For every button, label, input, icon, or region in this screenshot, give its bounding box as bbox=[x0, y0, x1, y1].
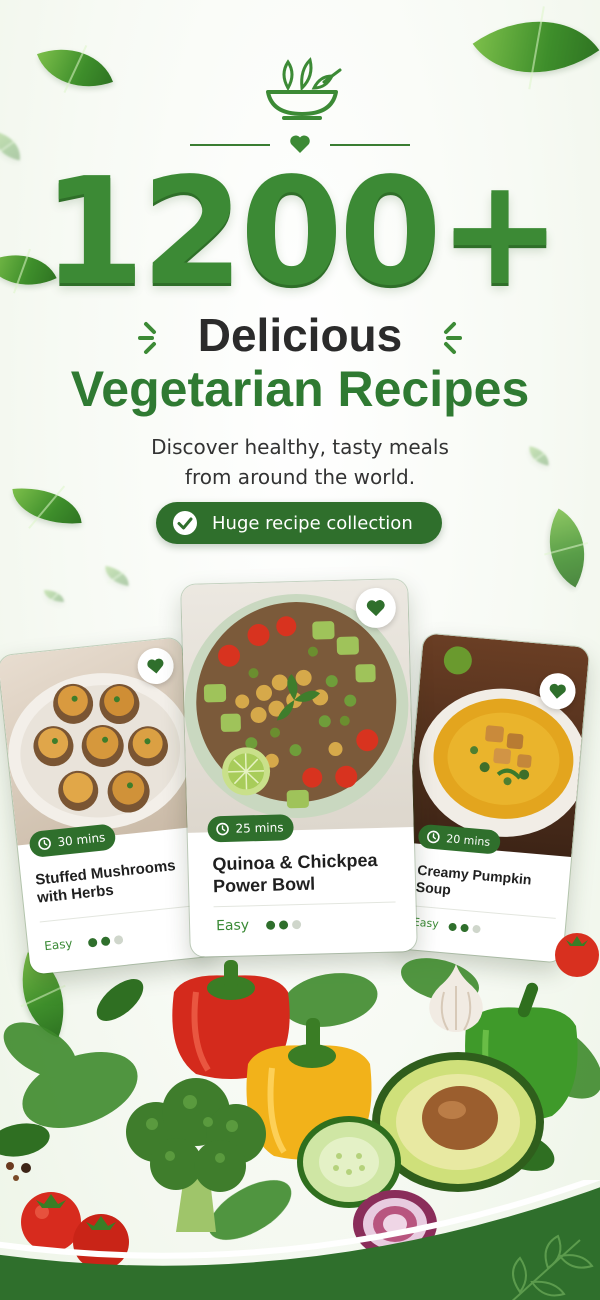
heart-icon bbox=[549, 683, 566, 699]
clock-icon bbox=[427, 830, 440, 844]
tagline-line-1: Discover healthy, tasty meals bbox=[151, 435, 449, 459]
difficulty-dot bbox=[278, 920, 289, 930]
check-icon bbox=[173, 511, 197, 535]
sparkle-icon bbox=[444, 322, 462, 354]
recipe-title: Quinoa & Chickpea Power Bowl bbox=[212, 849, 413, 897]
cook-time: 20 mins bbox=[445, 831, 491, 849]
leaf-icon bbox=[526, 446, 552, 466]
leaf-icon bbox=[36, 32, 114, 104]
cook-time-badge: 25 mins bbox=[207, 814, 294, 843]
recipe-image bbox=[405, 633, 590, 858]
difficulty-label: Easy bbox=[215, 917, 250, 935]
recipe-card-creamy-pumpkin-soup[interactable]: 20 mins Creamy Pumpkin Soup Easy bbox=[396, 633, 590, 963]
recipe-card-stuffed-mushrooms[interactable]: 30 mins Stuffed Mushrooms with Herbs Eas… bbox=[0, 637, 215, 975]
clock-icon bbox=[216, 822, 229, 836]
cook-time: 30 mins bbox=[56, 830, 106, 850]
recipe-title: Creamy Pumpkin Soup bbox=[415, 862, 567, 909]
card-divider bbox=[213, 901, 396, 908]
leaf-icon bbox=[472, 0, 600, 108]
cook-time: 25 mins bbox=[235, 820, 284, 836]
clock-icon bbox=[38, 837, 51, 850]
difficulty-dot bbox=[460, 923, 469, 933]
tagline: Discover healthy, tasty meals from aroun… bbox=[100, 432, 500, 492]
collection-badge: Huge recipe collection bbox=[156, 502, 442, 544]
tagline-line-2: from around the world. bbox=[184, 465, 416, 489]
difficulty-dot bbox=[448, 922, 457, 932]
leaf-icon bbox=[44, 590, 64, 602]
recipe-card-quinoa-chickpea-bowl[interactable]: 25 mins Quinoa & Chickpea Power Bowl Eas… bbox=[181, 579, 417, 957]
heart-icon bbox=[147, 658, 164, 674]
headline-line-1: Delicious bbox=[197, 309, 403, 361]
recipe-title: Stuffed Mushrooms with Herbs bbox=[34, 854, 203, 907]
heart-icon bbox=[366, 600, 385, 617]
difficulty-dot bbox=[291, 920, 302, 930]
cherry-tomato bbox=[555, 933, 599, 977]
collection-badge-label: Huge recipe collection bbox=[212, 512, 413, 534]
difficulty-dots bbox=[265, 920, 302, 930]
garlic bbox=[429, 964, 483, 1032]
leaf-icon bbox=[12, 483, 82, 529]
difficulty-dot bbox=[265, 920, 276, 930]
leaf-icon bbox=[0, 131, 24, 161]
difficulty-dots bbox=[448, 922, 481, 934]
salad-bowl-logo-icon bbox=[266, 57, 342, 120]
bottom-wave-banner bbox=[0, 1180, 600, 1300]
difficulty-label: Easy bbox=[412, 915, 440, 931]
recipe-count: 1200+ bbox=[42, 146, 562, 318]
card-divider bbox=[39, 905, 195, 923]
difficulty-dot bbox=[472, 924, 481, 934]
leaf-icon bbox=[528, 508, 600, 588]
recipe-title-line-2: Power Bowl bbox=[212, 873, 316, 896]
leaf-icon bbox=[102, 565, 132, 587]
headline-line-2: Vegetarian Recipes bbox=[70, 361, 530, 417]
